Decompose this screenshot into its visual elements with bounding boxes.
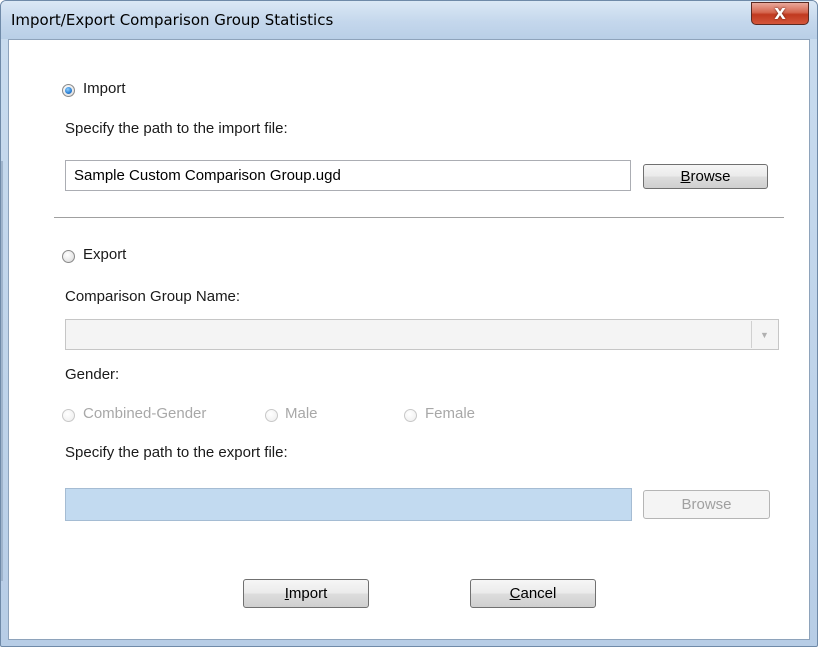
dialog-body: Import Specify the path to the import fi…	[8, 39, 810, 640]
gender-female-radio[interactable]	[404, 409, 417, 422]
import-path-label: Specify the path to the import file:	[65, 120, 288, 137]
gender-male-radio[interactable]	[265, 409, 278, 422]
import-button-label: mport	[288, 585, 328, 602]
export-radio-label[interactable]: Export	[83, 246, 126, 263]
export-browse-button[interactable]: Browse	[643, 490, 770, 519]
import-path-input[interactable]: Sample Custom Comparison Group.ugd	[65, 160, 631, 191]
frame-accent	[1, 161, 3, 581]
gender-female-label[interactable]: Female	[425, 405, 475, 422]
close-icon: X	[774, 4, 786, 23]
export-path-input[interactable]	[65, 488, 632, 521]
gender-combined-radio[interactable]	[62, 409, 75, 422]
export-path-label: Specify the path to the export file:	[65, 444, 288, 461]
gender-male-label[interactable]: Male	[285, 405, 318, 422]
import-browse-mnemonic: B	[680, 168, 691, 185]
gender-label: Gender:	[65, 366, 120, 383]
export-radio[interactable]	[62, 250, 75, 263]
import-radio[interactable]	[62, 84, 75, 97]
import-browse-button[interactable]: Browse	[643, 164, 768, 189]
title-bar[interactable]: Import/Export Comparison Group Statistic…	[1, 1, 817, 39]
chevron-down-icon[interactable]: ▼	[751, 321, 777, 348]
import-radio-label[interactable]: Import	[83, 80, 126, 97]
cancel-button[interactable]: Cancel	[470, 579, 596, 608]
close-button[interactable]: X	[751, 2, 809, 25]
comparison-group-name-label: Comparison Group Name:	[65, 288, 241, 305]
cancel-button-label: ancel	[520, 585, 557, 602]
section-divider	[54, 217, 784, 218]
dialog-title: Import/Export Comparison Group Statistic…	[11, 11, 334, 29]
cancel-button-mnemonic: C	[509, 585, 521, 602]
import-button[interactable]: Import	[243, 579, 369, 608]
gender-combined-label[interactable]: Combined-Gender	[83, 405, 206, 422]
comparison-group-select[interactable]: ▼	[65, 319, 779, 350]
import-browse-label: rowse	[690, 168, 731, 185]
dialog-window: Import/Export Comparison Group Statistic…	[0, 0, 818, 647]
